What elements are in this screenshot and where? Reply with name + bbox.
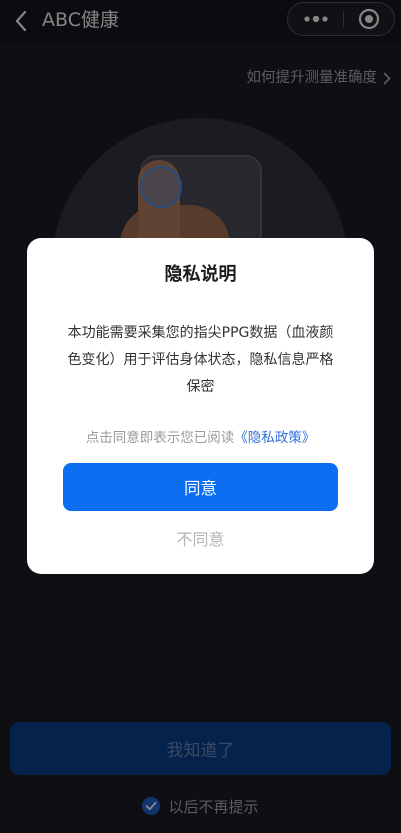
dialog-body-line: 本功能需要采集您的指尖PPG数据（血液颜 bbox=[67, 325, 334, 341]
privacy-policy-link[interactable]: 《隐私政策》 bbox=[234, 430, 315, 446]
disagree-button[interactable]: 不同意 bbox=[27, 528, 374, 552]
agree-button[interactable]: 同意 bbox=[63, 463, 338, 511]
dialog-body: 本功能需要采集您的指尖PPG数据（血液颜 色变化）用于评估身体状态，隐私信息严格… bbox=[53, 320, 348, 401]
consent-notice-text: 点击同意即表示您已阅读 bbox=[85, 430, 235, 446]
consent-notice: 点击同意即表示您已阅读《隐私政策》 bbox=[27, 428, 374, 448]
dialog-body-line: 保密 bbox=[186, 379, 215, 395]
dialog-body-line: 色变化）用于评估身体状态，隐私信息严格 bbox=[67, 352, 334, 368]
privacy-dialog: 隐私说明 本功能需要采集您的指尖PPG数据（血液颜 色变化）用于评估身体状态，隐… bbox=[27, 238, 374, 574]
dialog-title: 隐私说明 bbox=[164, 264, 237, 285]
